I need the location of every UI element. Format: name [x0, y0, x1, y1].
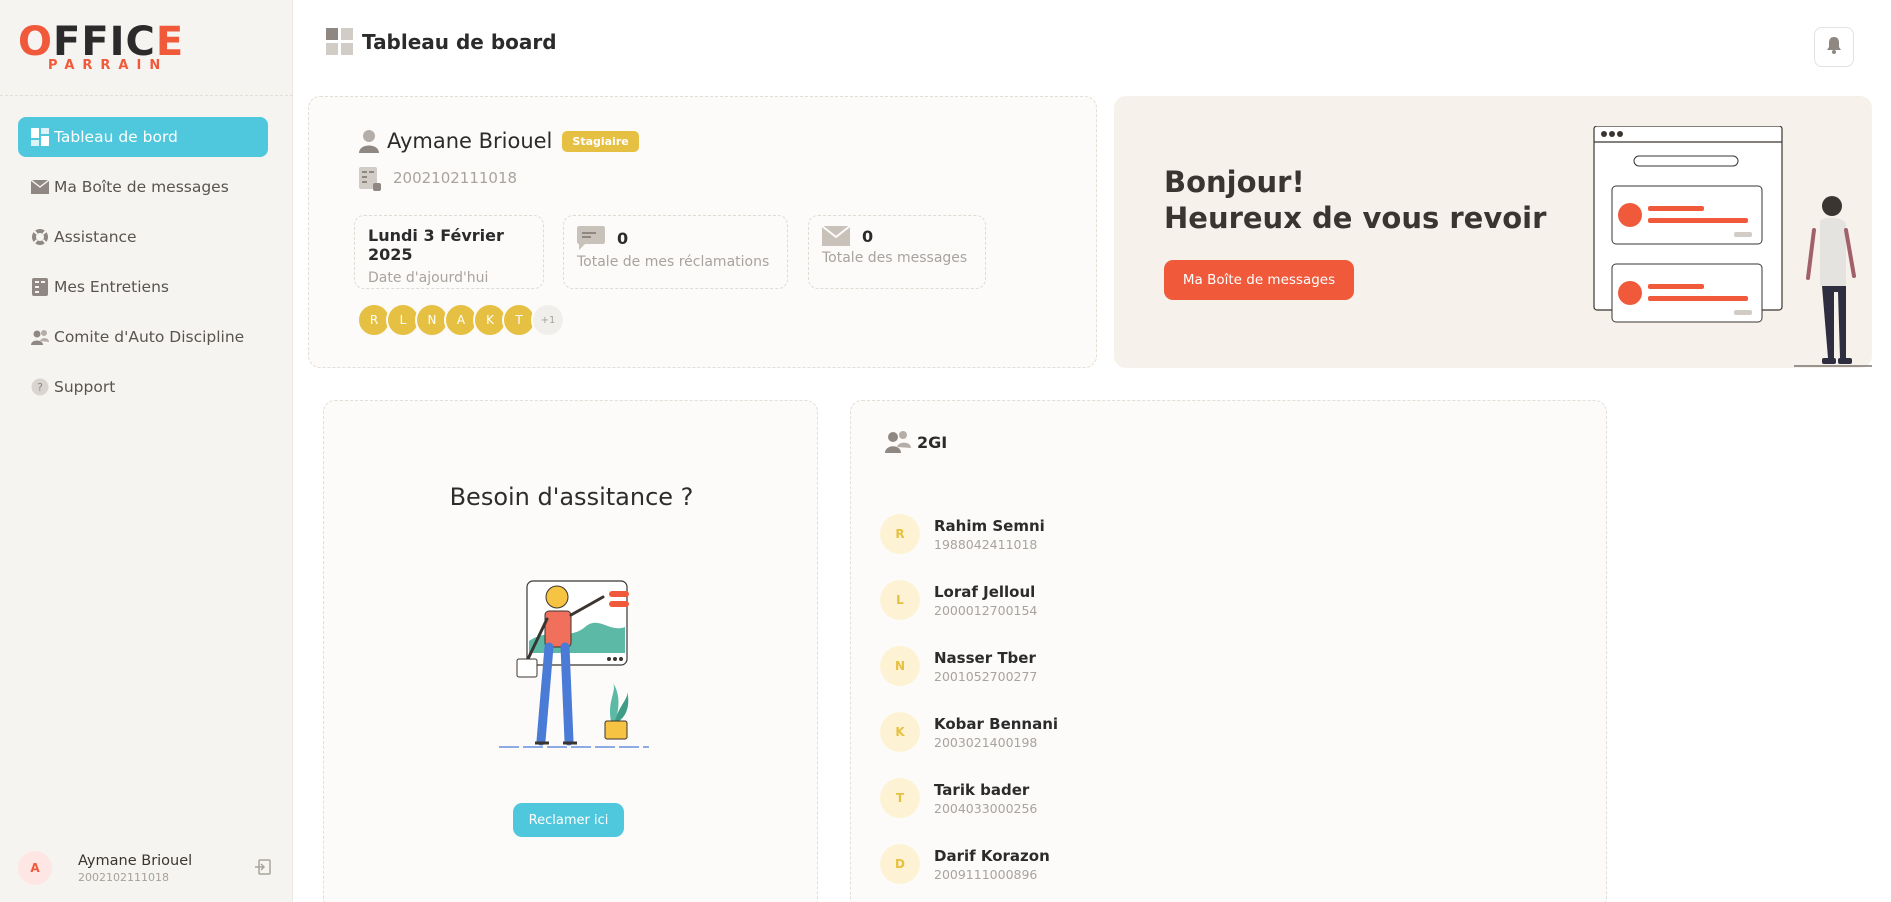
sidebar-nav: Tableau de bord Ma Boîte de messages Ass… [18, 117, 268, 417]
notifications-button[interactable] [1814, 27, 1854, 67]
sidebar-item-tableau-de-bord[interactable]: Tableau de bord [18, 117, 268, 157]
member-id: 2003021400198 [934, 734, 1038, 750]
messages-box: 0 Totale des messages [808, 215, 986, 289]
assistance-card: Besoin d'assitance ? Reclamer ici [323, 400, 818, 902]
page-title: Tableau de board [326, 28, 557, 55]
list-item[interactable]: T Tarik bader 2004033000256 [880, 765, 1058, 831]
envelope-icon [30, 177, 50, 197]
sidebar: OFFICE PARRAIN Tableau de bord Ma Boîte … [0, 0, 293, 902]
reclamations-label: Totale de mes réclamations [577, 254, 770, 270]
profile-id-row: 2002102111018 [359, 165, 517, 191]
group-header: 2GI [885, 429, 947, 455]
reclamations-box: 0 Totale de mes réclamations [563, 215, 788, 289]
sidebar-item-assistance[interactable]: Assistance [18, 217, 268, 257]
list-item[interactable]: N Nasser Tber 2001052700277 [880, 633, 1058, 699]
logo[interactable]: OFFICE PARRAIN [18, 22, 208, 74]
sidebar-item-comite[interactable]: Comite d'Auto Discipline [18, 317, 268, 357]
list-item[interactable]: R Rahim Semni 1988042411018 [880, 501, 1058, 567]
members-list: R Rahim Semni 1988042411018 L Loraf Jell… [880, 501, 1058, 897]
member-avatar: K [880, 712, 920, 752]
member-id: 2004033000256 [934, 800, 1038, 816]
member-name: Kobar Bennani [934, 714, 1059, 733]
envelope-icon [822, 226, 850, 246]
page-title-text: Tableau de board [362, 29, 557, 54]
member-name: Loraf Jelloul [934, 582, 1036, 601]
messages-button[interactable]: Ma Boîte de messages [1164, 260, 1354, 300]
list-item[interactable]: K Kobar Bennani 2003021400198 [880, 699, 1058, 765]
date-box: Lundi 3 Février 2025 Date d'ajourd'hui [354, 215, 544, 289]
group-name: 2GI [917, 432, 948, 452]
svg-text:?: ? [37, 381, 43, 394]
messages-label: Totale des messages [822, 250, 968, 266]
sidebar-item-label: Tableau de bord [54, 128, 178, 146]
today-date-label: Date d'ajourd'hui [368, 270, 489, 286]
logout-icon[interactable] [254, 858, 274, 878]
welcome-illustration [1584, 125, 1872, 368]
sidebar-item-support[interactable]: ? Support [18, 367, 268, 407]
list-item[interactable]: L Loraf Jelloul 2000012700154 [880, 567, 1058, 633]
reclamer-button[interactable]: Reclamer ici [513, 803, 624, 837]
welcome-line-1: Bonjour! [1164, 165, 1305, 199]
list-item[interactable]: D Darif Korazon 2009111000896 [880, 831, 1058, 897]
user-name: Aymane Briouel [78, 852, 193, 869]
group-card: 2GI R Rahim Semni 1988042411018 L Loraf … [850, 400, 1607, 902]
chat-icon [577, 226, 605, 250]
member-name: Tarik bader [934, 780, 1030, 799]
member-name: Darif Korazon [934, 846, 1050, 865]
today-date: Lundi 3 Février 2025 [368, 226, 504, 264]
lifebuoy-icon [30, 227, 50, 247]
group-avatar-more[interactable]: +1 [531, 303, 565, 337]
member-avatar: T [880, 778, 920, 818]
welcome-title: Bonjour! Heureux de vous revoir [1164, 164, 1546, 236]
welcome-line-2: Heureux de vous revoir [1164, 201, 1547, 235]
sidebar-item-entretiens[interactable]: Mes Entretiens [18, 267, 268, 307]
question-icon: ? [30, 377, 50, 397]
id-card-icon [359, 165, 381, 191]
users-icon [885, 429, 911, 455]
member-avatar: N [880, 646, 920, 686]
role-badge: Stagiaire [562, 130, 639, 152]
member-name: Rahim Semni [934, 516, 1045, 535]
member-id: 2009111000896 [934, 866, 1038, 882]
profile-name: Aymane Briouel [387, 129, 553, 153]
dashboard-icon [30, 127, 50, 147]
user-icon [359, 129, 379, 153]
messages-count: 0 [862, 226, 874, 246]
sidebar-item-label: Mes Entretiens [54, 278, 169, 296]
grid-icon [326, 28, 353, 55]
profile-name-row: Aymane Briouel Stagiaire [359, 129, 639, 153]
logo-title: OFFICE [18, 19, 185, 65]
sidebar-item-label: Assistance [54, 228, 137, 246]
sidebar-item-messages[interactable]: Ma Boîte de messages [18, 167, 268, 207]
sidebar-item-label: Comite d'Auto Discipline [54, 328, 245, 346]
member-avatar: R [880, 514, 920, 554]
reclamations-count: 0 [617, 228, 629, 248]
member-id: 2001052700277 [934, 668, 1038, 684]
notebook-icon [30, 277, 50, 297]
sidebar-user: A Aymane Briouel 2002102111018 [18, 850, 274, 886]
profile-id: 2002102111018 [393, 169, 518, 187]
member-avatar: L [880, 580, 920, 620]
sidebar-item-label: Support [54, 378, 116, 396]
user-id: 2002102111018 [78, 870, 169, 884]
assistance-title: Besoin d'assitance ? [449, 483, 694, 511]
assistance-illustration [499, 571, 649, 756]
users-icon [30, 327, 50, 347]
welcome-card: Bonjour! Heureux de vous revoir Ma Boîte… [1114, 96, 1872, 368]
member-id: 1988042411018 [934, 536, 1038, 552]
member-id: 2000012700154 [934, 602, 1038, 618]
sidebar-divider [0, 95, 293, 96]
logo-subtitle: PARRAIN [48, 58, 169, 73]
member-avatar: D [880, 844, 920, 884]
profile-card: Aymane Briouel Stagiaire 2002102111018 L… [308, 96, 1097, 368]
avatar[interactable]: A [18, 851, 52, 885]
member-name: Nasser Tber [934, 648, 1036, 667]
group-avatars: R L N A K T +1 [357, 303, 565, 337]
sidebar-item-label: Ma Boîte de messages [54, 178, 229, 196]
bell-icon [1826, 36, 1842, 58]
